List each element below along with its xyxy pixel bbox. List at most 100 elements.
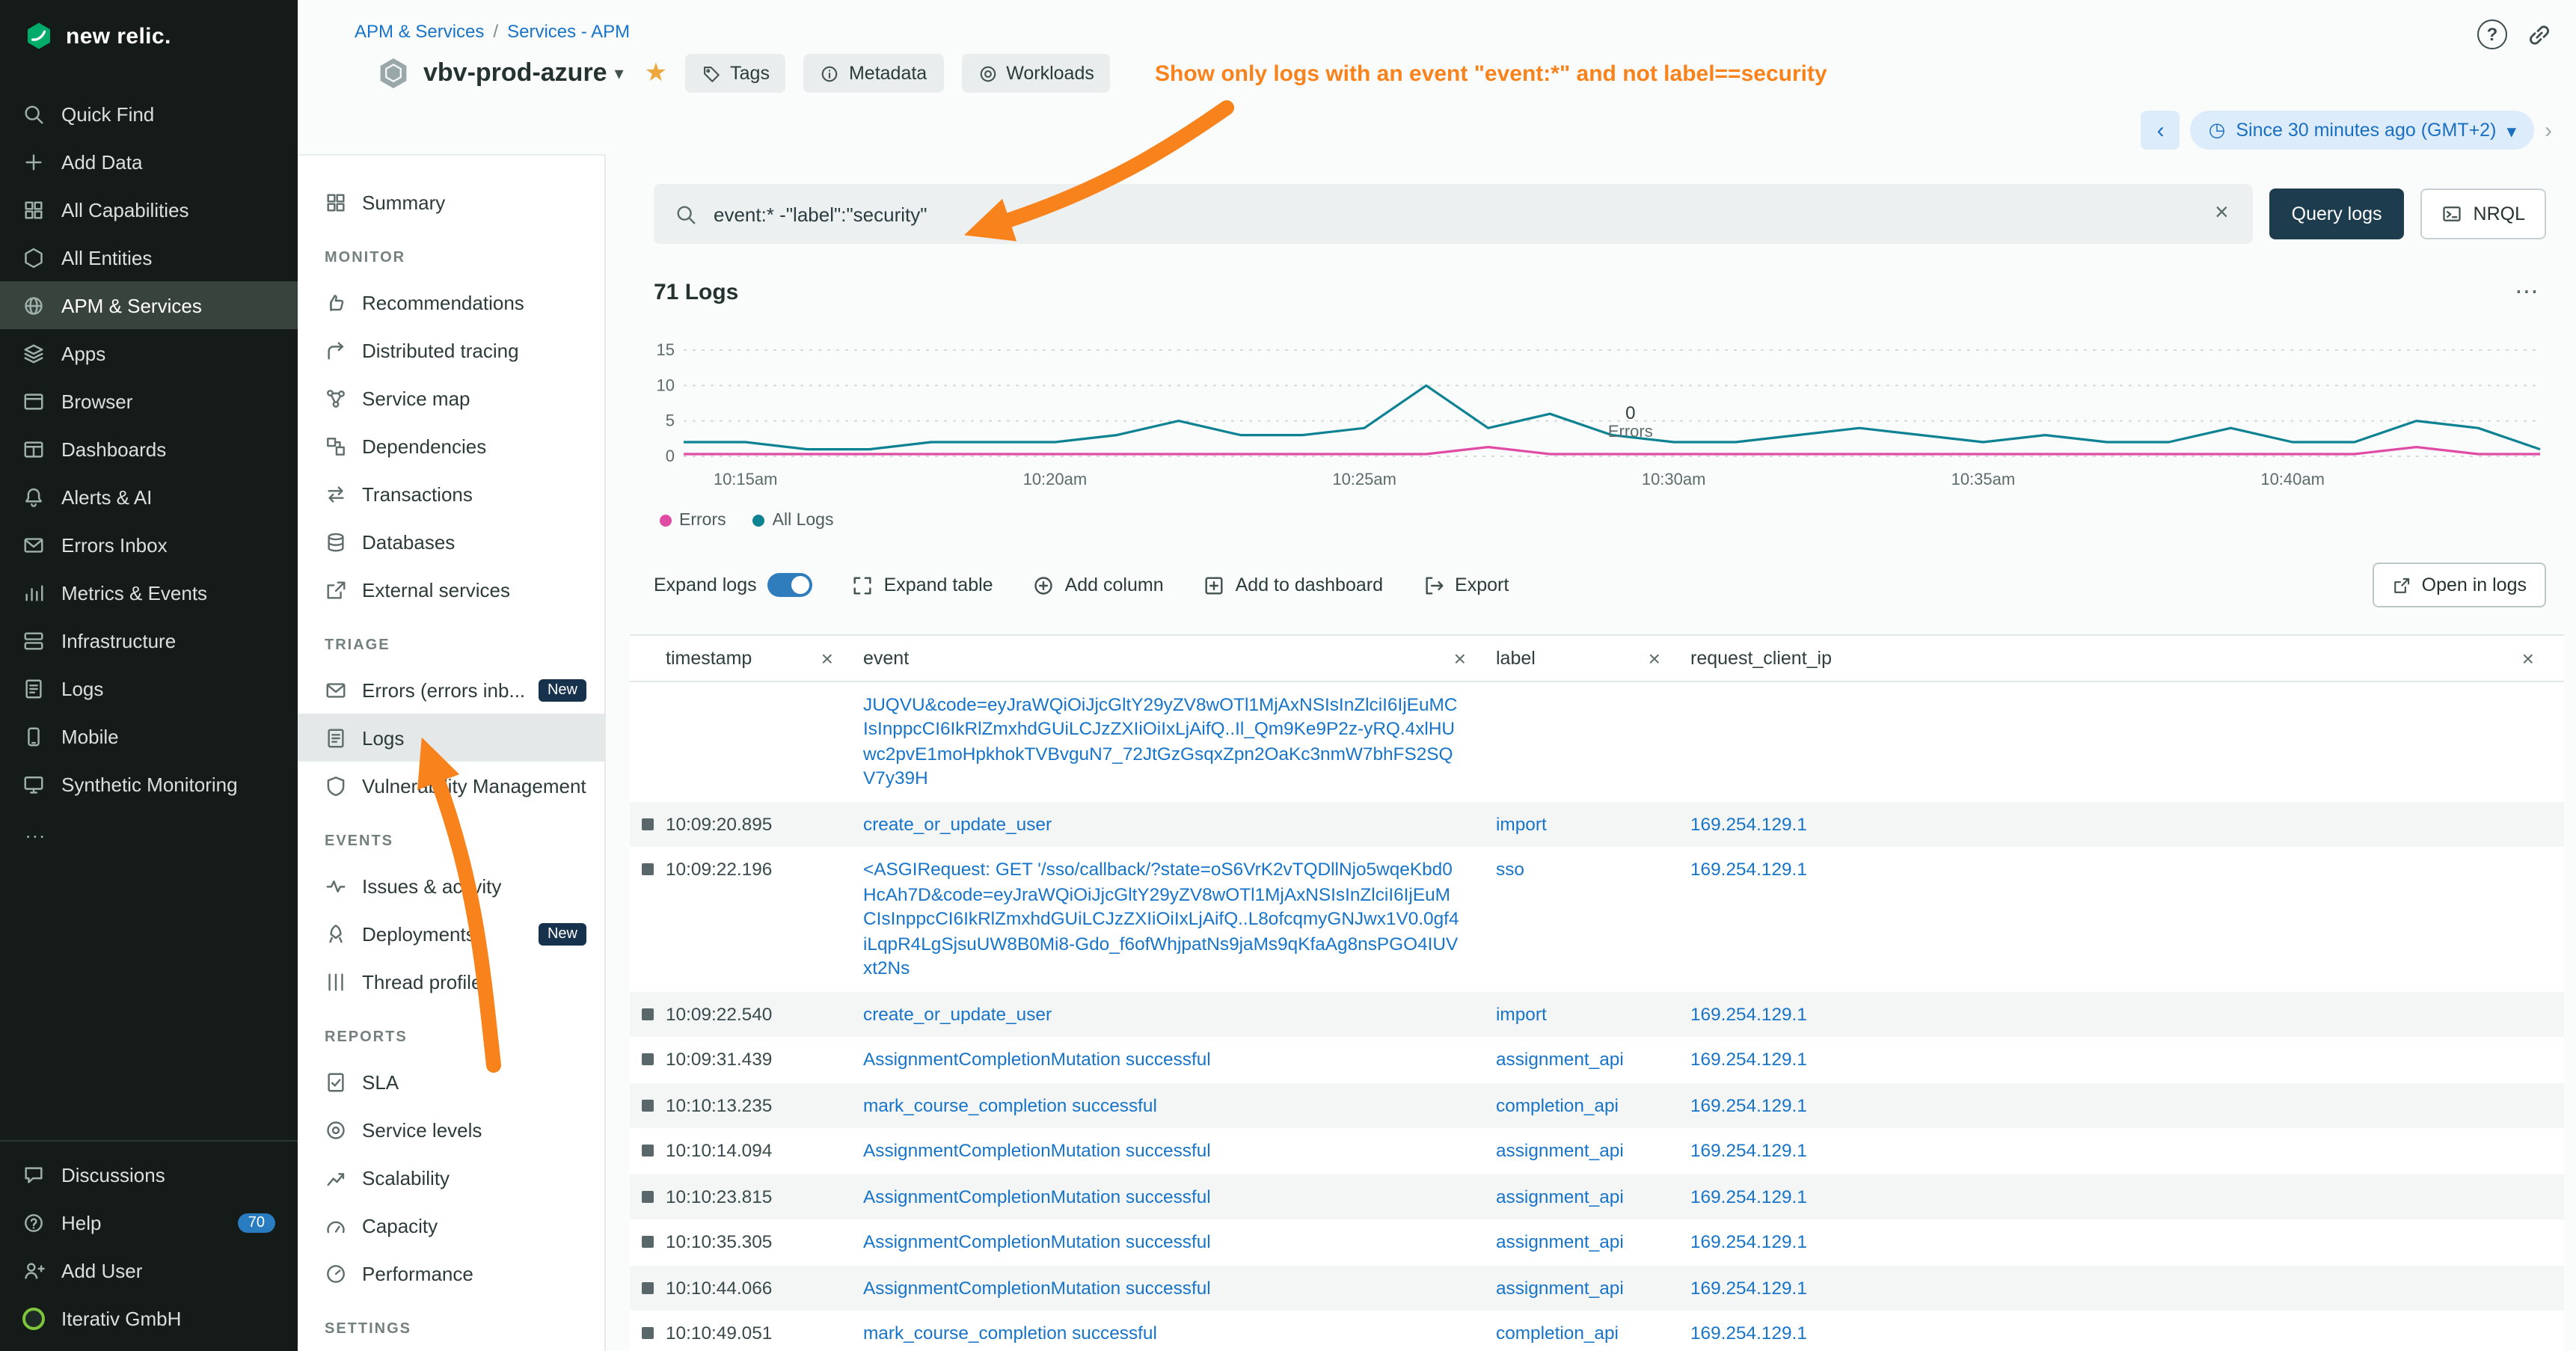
log-ip-link[interactable]: 169.254.129.1 xyxy=(1690,1323,1807,1344)
log-row[interactable]: 10:10:35.305AssignmentCompletionMutation… xyxy=(630,1219,2564,1265)
log-event-link[interactable]: <ASGIRequest: GET '/sso/callback/?state=… xyxy=(863,860,1459,979)
sidebar-item-quick-find[interactable]: Quick Find xyxy=(0,90,298,138)
log-row-handle[interactable] xyxy=(642,1327,654,1339)
legend-item-all-logs[interactable]: All Logs xyxy=(753,512,834,530)
log-row-handle[interactable] xyxy=(642,818,654,830)
remove-column-label-button[interactable]: × xyxy=(1649,646,1672,670)
log-ip-link[interactable]: 169.254.129.1 xyxy=(1690,1140,1807,1161)
time-forward-button[interactable]: › xyxy=(2545,117,2552,143)
log-label-link[interactable]: import xyxy=(1496,814,1547,835)
add-column-button[interactable]: Add column xyxy=(1032,574,1164,596)
subnav-item-recommendations[interactable]: Recommendations xyxy=(298,278,604,326)
subnav-item-deployments[interactable]: DeploymentsNew xyxy=(298,910,604,958)
help-icon[interactable]: ? xyxy=(2477,19,2507,49)
subnav-item-service-map[interactable]: Service map xyxy=(298,374,604,422)
query-logs-button[interactable]: Query logs xyxy=(2269,189,2405,239)
log-row[interactable]: 10:09:31.439AssignmentCompletionMutation… xyxy=(630,1037,2564,1082)
log-row[interactable]: 10:10:44.066AssignmentCompletionMutation… xyxy=(630,1265,2564,1311)
sidebar-item-alerts-ai[interactable]: Alerts & AI xyxy=(0,473,298,521)
log-row[interactable]: 10:10:13.235mark_course_completion succe… xyxy=(630,1082,2564,1128)
sidebar-item-errors-inbox[interactable]: Errors Inbox xyxy=(0,521,298,569)
log-label-link[interactable]: sso xyxy=(1496,860,1524,880)
favorite-star-icon[interactable]: ★ xyxy=(645,58,668,88)
log-event-link[interactable]: mark_course_completion successful xyxy=(863,1323,1157,1344)
log-ip-link[interactable]: 169.254.129.1 xyxy=(1690,1094,1807,1115)
log-event-link[interactable]: create_or_update_user xyxy=(863,1003,1052,1024)
sidebar-item-logs[interactable]: Logs xyxy=(0,664,298,712)
entity-switcher-chevron-icon[interactable]: ▾ xyxy=(615,63,624,84)
log-event-link[interactable]: AssignmentCompletionMutation successful xyxy=(863,1186,1211,1207)
expand-logs-toggle[interactable]: Expand logs xyxy=(654,573,812,597)
log-row[interactable]: 10:09:20.895create_or_update_userimport1… xyxy=(630,802,2564,848)
new-relic-logo[interactable]: new relic. xyxy=(0,0,298,69)
log-label-link[interactable]: assignment_api xyxy=(1496,1140,1624,1161)
workloads-button[interactable]: Workloads xyxy=(961,54,1111,93)
subnav-item-errors-errors-inb[interactable]: Errors (errors inb...New xyxy=(298,666,604,714)
subnav-item-sla[interactable]: SLA xyxy=(298,1058,604,1106)
log-ip-link[interactable]: 169.254.129.1 xyxy=(1690,1049,1807,1070)
log-row[interactable]: 10:10:14.094AssignmentCompletionMutation… xyxy=(630,1128,2564,1174)
sidebar-item-help[interactable]: Help70 xyxy=(0,1198,298,1246)
subnav-item-dependencies[interactable]: Dependencies xyxy=(298,422,604,470)
sidebar-item-synthetic-monitoring[interactable]: Synthetic Monitoring xyxy=(0,760,298,808)
log-event-link[interactable]: JUQVU&code=eyJraWQiOiJjcGltY29yZV8wOTl1M… xyxy=(863,694,1457,789)
log-event-link[interactable]: AssignmentCompletionMutation successful xyxy=(863,1231,1211,1252)
expand-table-button[interactable]: Expand table xyxy=(851,574,993,596)
subnav-item-scalability[interactable]: Scalability xyxy=(298,1154,604,1201)
remove-column-request_client_ip-button[interactable]: × xyxy=(2522,646,2546,670)
log-label-link[interactable]: assignment_api xyxy=(1496,1049,1624,1070)
open-in-logs-button[interactable]: Open in logs xyxy=(2373,563,2546,607)
legend-item-errors[interactable]: Errors xyxy=(660,512,726,530)
log-row[interactable]: 10:09:22.196<ASGIRequest: GET '/sso/call… xyxy=(630,848,2564,992)
log-label-link[interactable]: import xyxy=(1496,1003,1547,1024)
remove-column-event-button[interactable]: × xyxy=(1454,646,1478,670)
sidebar-item-browser[interactable]: Browser xyxy=(0,377,298,425)
subnav-item-vulnerability-management[interactable]: Vulnerability Management xyxy=(298,762,604,809)
log-row[interactable]: 10:10:23.815AssignmentCompletionMutation… xyxy=(630,1174,2564,1219)
log-query-input[interactable] xyxy=(711,201,2198,227)
log-label-link[interactable]: assignment_api xyxy=(1496,1231,1624,1252)
clear-query-icon[interactable]: × xyxy=(2212,200,2232,227)
time-back-button[interactable]: ‹ xyxy=(2141,111,2180,150)
subnav-item-thread-profiler[interactable]: Thread profiler xyxy=(298,958,604,1005)
breadcrumb-link-services-apm[interactable]: Services - APM xyxy=(507,21,630,42)
log-row-handle[interactable] xyxy=(642,1008,654,1020)
sidebar-item-all-entities[interactable]: All Entities xyxy=(0,233,298,281)
log-event-link[interactable]: AssignmentCompletionMutation successful xyxy=(863,1049,1211,1070)
subnav-item-performance[interactable]: Performance xyxy=(298,1249,604,1297)
export-button[interactable]: Export xyxy=(1422,574,1509,596)
log-label-link[interactable]: assignment_api xyxy=(1496,1277,1624,1298)
time-picker[interactable]: ◷ Since 30 minutes ago (GMT+2) ▾ xyxy=(2191,111,2534,150)
log-row-handle[interactable] xyxy=(642,1190,654,1202)
log-row[interactable]: JUQVU&code=eyJraWQiOiJjcGltY29yZV8wOTl1M… xyxy=(630,682,2564,802)
remove-column-timestamp-button[interactable]: × xyxy=(821,646,845,670)
log-event-link[interactable]: AssignmentCompletionMutation successful xyxy=(863,1140,1211,1161)
toggle-on-icon[interactable] xyxy=(767,573,812,597)
overflow-menu-icon[interactable]: ⋯ xyxy=(2515,285,2540,300)
sidebar-item-apps[interactable]: Apps xyxy=(0,329,298,377)
log-event-link[interactable]: mark_course_completion successful xyxy=(863,1094,1157,1115)
nrql-button[interactable]: NRQL xyxy=(2421,189,2546,239)
log-row-handle[interactable] xyxy=(642,1236,654,1248)
log-label-link[interactable]: completion_api xyxy=(1496,1094,1619,1115)
log-ip-link[interactable]: 169.254.129.1 xyxy=(1690,1231,1807,1252)
log-row-handle[interactable] xyxy=(642,1281,654,1293)
log-label-link[interactable]: completion_api xyxy=(1496,1323,1619,1344)
sidebar-item-iterativ-gmbh[interactable]: Iterativ GmbH xyxy=(0,1294,298,1342)
log-row-handle[interactable] xyxy=(642,1053,654,1065)
sidebar-more[interactable]: ... xyxy=(0,808,298,854)
log-row-handle[interactable] xyxy=(642,1145,654,1157)
subnav-item-capacity[interactable]: Capacity xyxy=(298,1201,604,1249)
sidebar-item-infrastructure[interactable]: Infrastructure xyxy=(0,616,298,664)
subnav-item-distributed-tracing[interactable]: Distributed tracing xyxy=(298,326,604,374)
log-ip-link[interactable]: 169.254.129.1 xyxy=(1690,1186,1807,1207)
sidebar-item-dashboards[interactable]: Dashboards xyxy=(0,425,298,473)
tags-button[interactable]: Tags xyxy=(685,54,786,93)
sidebar-item-metrics-events[interactable]: Metrics & Events xyxy=(0,569,298,616)
subnav-item-logs[interactable]: Logs xyxy=(298,714,604,762)
sidebar-item-discussions[interactable]: Discussions xyxy=(0,1151,298,1198)
log-label-link[interactable]: assignment_api xyxy=(1496,1186,1624,1207)
sidebar-item-add-user[interactable]: Add User xyxy=(0,1246,298,1294)
breadcrumb-link-apm-services[interactable]: APM & Services xyxy=(355,21,484,42)
metadata-button[interactable]: Metadata xyxy=(804,54,943,93)
